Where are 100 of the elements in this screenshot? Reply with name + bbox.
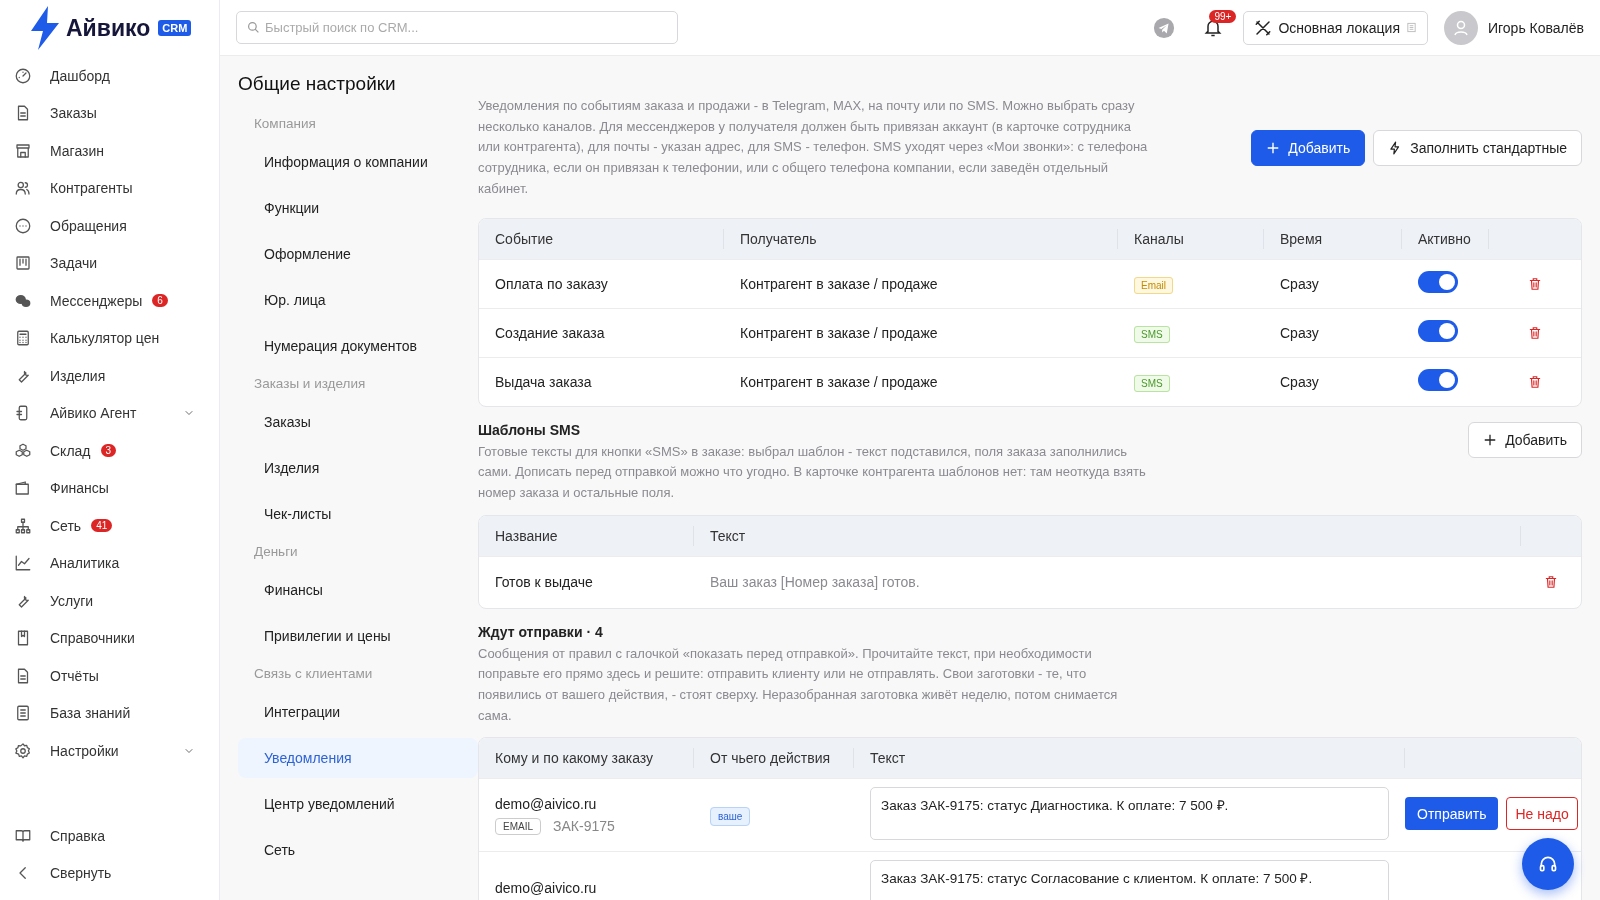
toggle-switch[interactable]	[1418, 271, 1458, 293]
toggle-switch[interactable]	[1418, 369, 1458, 391]
delete-icon[interactable]	[1544, 575, 1558, 590]
count-badge: 6	[152, 294, 168, 308]
sidebar-item-label: Свернуть	[50, 865, 112, 882]
settings-icon	[14, 741, 32, 760]
sidebar-item[interactable]: Айвико Агент	[0, 394, 219, 432]
settings-nav-item[interactable]: Заказы	[238, 402, 478, 442]
table-cell-text: Контрагент в заказе / продаже	[739, 373, 939, 390]
channel-tag: EMAIL	[495, 817, 541, 835]
sidebar-item[interactable]: Финансы	[0, 469, 219, 507]
plus-icon	[1483, 432, 1498, 447]
fill-defaults-button[interactable]: Заполнить стандартные	[1373, 129, 1582, 166]
delete-icon[interactable]	[1528, 325, 1542, 340]
sidebar-item[interactable]: Магазин	[0, 132, 219, 170]
sidebar-item[interactable]: Калькулятор цен	[0, 319, 219, 357]
lightning-logo-icon	[28, 6, 62, 50]
toggle-switch[interactable]	[1418, 320, 1458, 342]
page-title: Общие настройки	[238, 73, 397, 95]
store-icon	[14, 141, 32, 160]
sidebar-item[interactable]: Мессенджеры 6	[0, 282, 219, 320]
logo-text: Айвико	[66, 14, 151, 42]
sidebar-item-label: Заказы	[50, 105, 97, 122]
settings-nav-item[interactable]: Информация о компании	[238, 142, 478, 182]
settings-nav-item[interactable]: Финансы	[238, 570, 478, 610]
sidebar-item-label: Аналитика	[50, 555, 120, 572]
sidebar-item-label: Калькулятор цен	[50, 330, 160, 347]
sidebar-item-label: Контрагенты	[50, 180, 133, 197]
message-text-field[interactable]: Заказ ЗАК-9175: статус Диагностика. К оплате: 7 500 ₽.	[870, 787, 1389, 841]
sidebar-item[interactable]: Контрагенты	[0, 169, 219, 207]
user-name[interactable]: Игорь Ковалёв	[1487, 19, 1584, 36]
sidebar-item[interactable]: Сеть 41	[0, 507, 219, 545]
table-cell-text: Ваш заказ [Номер заказа] готов.	[709, 574, 921, 591]
line-chart-icon	[14, 554, 32, 573]
sidebar-item[interactable]: Склад 3	[0, 432, 219, 470]
delete-icon[interactable]	[1528, 276, 1542, 291]
column-header: От чьего действия	[694, 748, 854, 769]
location-selector[interactable]: Основная локация	[1243, 10, 1428, 45]
people-icon	[14, 179, 32, 198]
settings-nav-item[interactable]: Привилегии и цены	[238, 616, 478, 656]
recipient-email: demo@aivico.ru	[495, 880, 598, 897]
headset-icon	[1538, 854, 1558, 874]
sidebar-item[interactable]: Изделия	[0, 357, 219, 395]
sidebar-item-label: Настройки	[50, 742, 119, 759]
table-cell-text: Сразу	[1279, 275, 1320, 292]
sidebar-item[interactable]: Услуги	[0, 582, 219, 620]
table-cell-text: Создание заказа	[494, 324, 606, 341]
sidebar-item-label: Задачи	[50, 255, 97, 272]
sidebar-item[interactable]: Свернуть	[0, 854, 219, 892]
sidebar-item[interactable]: Справочники	[0, 619, 219, 657]
settings-nav-item[interactable]: Функции	[238, 188, 478, 228]
nav-section-heading: Связь с клиентами	[253, 665, 374, 683]
settings-nav-item[interactable]: Интеграции	[238, 692, 478, 732]
column-header: Активно	[1402, 228, 1489, 249]
settings-nav-item[interactable]: Сеть	[238, 830, 478, 870]
sidebar-item-label: База знаний	[50, 705, 131, 722]
settings-nav-item[interactable]: Юр. лица	[238, 280, 478, 320]
sidebar-item[interactable]: База знаний	[0, 694, 219, 732]
search-field[interactable]: Быстрый поиск по CRM...	[236, 11, 678, 44]
channel-tag: Email	[1134, 276, 1173, 294]
add-button[interactable]: Добавить	[1251, 129, 1366, 166]
count-badge: 3	[100, 444, 117, 458]
delete-icon[interactable]	[1528, 374, 1542, 389]
table-cell-text: Контрагент в заказе / продаже	[739, 275, 939, 292]
send-button[interactable]: Отправить	[1405, 797, 1499, 831]
column-header: Получатель	[724, 228, 1118, 249]
building-icon	[1405, 22, 1417, 33]
sidebar-item[interactable]: Дашборд	[0, 57, 219, 95]
settings-nav-item[interactable]: Чек-листы	[238, 494, 478, 534]
settings-nav-item[interactable]: Изделия	[238, 448, 478, 488]
settings-nav-item[interactable]: Нумерация документов	[238, 326, 478, 366]
description-text: Сообщения от правил с галочкой «показать перед отправкой». Прочитайте текст, при необходимости поправьте его прямо здесь и решите: отправить клиенту или не отправлять. Свои заготовки - те, что появились от вашего действия, - стоят сверху. Неразобранная заготовка живёт неделю, потом снимается сама.	[478, 644, 1119, 725]
sidebar-item-label: Сеть	[50, 517, 82, 534]
sidebar-item[interactable]: Задачи	[0, 244, 219, 282]
sidebar-item-label: Изделия	[50, 367, 106, 384]
settings-nav-item[interactable]: Уведомления	[238, 738, 478, 778]
column-header: Время	[1264, 228, 1402, 249]
sidebar-item[interactable]: Заказы	[0, 94, 219, 132]
kanban-icon	[14, 254, 32, 273]
add-button[interactable]: Добавить	[1468, 421, 1582, 458]
description-text: Уведомления по событиям заказа и продажи - в Telegram, MAX, на почту или по SMS. Можно выбрать сразу несколько каналов. Для мессенджеров у получателя должен быть привязан аккаунт (в карточке сотрудника или контрагента), для почты - указан адрес, для SMS - телефон. SMS уходят через «Мои звонки»: с телефона сотрудника, если он привязан к телефонии, или с общего телефона компании, если заведён отдельный кабинет.	[478, 97, 1149, 198]
sidebar-item-label: Отчёты	[50, 667, 99, 684]
sidebar-item[interactable]: Обращения	[0, 207, 219, 245]
message-text-field[interactable]: Заказ ЗАК-9175: статус Согласование с клиентом. К оплате: 7 500 ₽.	[870, 860, 1389, 900]
sidebar-item[interactable]: Отчёты	[0, 657, 219, 695]
sidebar-item-label: Обращения	[50, 217, 127, 234]
dismiss-button[interactable]: Не надо	[1506, 797, 1578, 831]
sidebar-item[interactable]: Аналитика	[0, 544, 219, 582]
sidebar-item[interactable]: Справка	[0, 817, 219, 855]
sidebar-item-label: Услуги	[50, 592, 94, 609]
sidebar-item[interactable]: Настройки	[0, 732, 219, 770]
settings-nav-item[interactable]: Оформление	[238, 234, 478, 274]
recipient-email: demo@aivico.ru	[495, 795, 598, 812]
sidebar-item-label: Финансы	[50, 480, 109, 497]
settings-nav-item[interactable]: Центр уведомлений	[238, 784, 478, 824]
crm-badge: CRM	[158, 20, 192, 36]
sidebar-item-label: Дашборд	[50, 67, 110, 84]
source-tag: ваше	[710, 807, 751, 827]
sidebar-item-label: Склад	[50, 442, 91, 459]
sidebar-item-label: Справочники	[50, 630, 135, 647]
